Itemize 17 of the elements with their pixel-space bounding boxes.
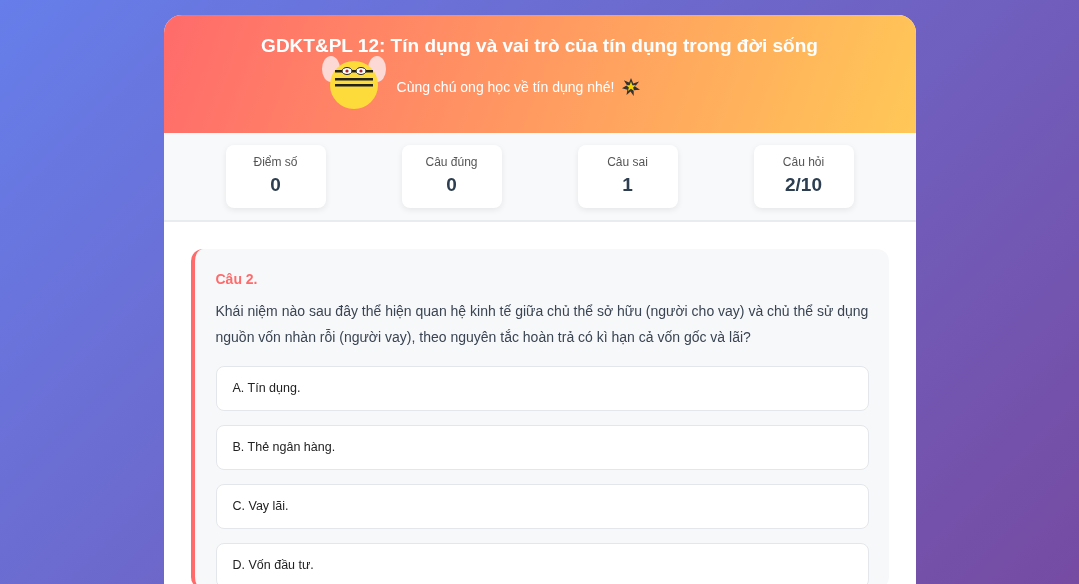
stat-label: Câu đúng bbox=[425, 154, 478, 172]
quiz-title: GDKT&PL 12: Tín dụng và vai trò của tín dụng trong đời sống bbox=[260, 34, 819, 58]
answer-option[interactable]: D. Vốn đầu tư. bbox=[215, 543, 869, 584]
stat-label: Điểm số bbox=[253, 154, 298, 172]
stat-value: 0 bbox=[446, 173, 457, 198]
answer-option[interactable]: A. Tín dụng. bbox=[215, 366, 869, 411]
answer-option[interactable]: C. Vay lãi. bbox=[215, 484, 869, 529]
star-burst-icon bbox=[622, 78, 641, 96]
stat-label: Câu hỏi bbox=[782, 154, 825, 172]
stat-value: 2/10 bbox=[785, 173, 822, 198]
stat-value: 0 bbox=[270, 173, 281, 198]
subtitle: Cùng chú ong học về tín dụng nhé! bbox=[396, 77, 615, 97]
answer-option[interactable]: B. Thẻ ngân hàng. bbox=[215, 425, 869, 470]
question-number: Câu 2. bbox=[215, 270, 259, 289]
stat-label: Câu sai bbox=[607, 154, 648, 172]
stat-value: 1 bbox=[622, 173, 633, 198]
question-text: Khái niệm nào sau đây thể hiện quan hệ kinh tế giữa chủ thể sở hữu (người cho vay) và chủ thể sử dụng nguồn vốn nhàn rỗi (người vay), theo nguyên tắc hoàn trả có kì hạn cả vốn gốc và lãi? bbox=[215, 302, 869, 347]
